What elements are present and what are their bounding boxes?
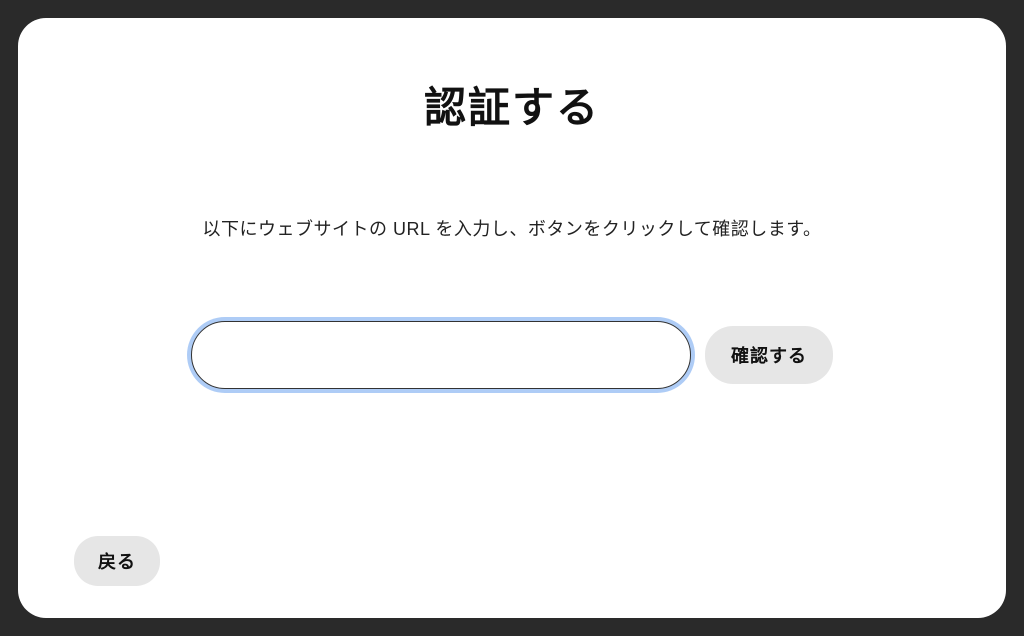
input-row: 確認する	[74, 321, 950, 389]
confirm-button[interactable]: 確認する	[705, 326, 833, 384]
auth-modal: 認証する 以下にウェブサイトの URL を入力し、ボタンをクリックして確認します…	[18, 18, 1006, 618]
back-button[interactable]: 戻る	[74, 536, 160, 586]
modal-overlay: 認証する 以下にウェブサイトの URL を入力し、ボタンをクリックして確認します…	[0, 0, 1024, 636]
url-input[interactable]	[191, 321, 691, 389]
modal-description: 以下にウェブサイトの URL を入力し、ボタンをクリックして確認します。	[74, 215, 950, 241]
modal-title: 認証する	[74, 74, 950, 135]
